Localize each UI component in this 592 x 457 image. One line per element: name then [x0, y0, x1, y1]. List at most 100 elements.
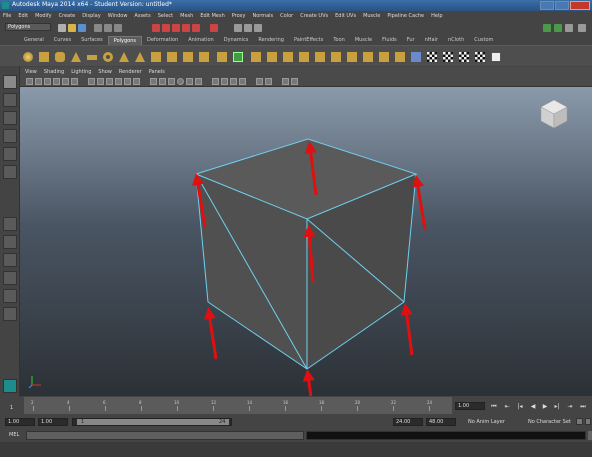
anim-prefs-icon[interactable]	[585, 418, 591, 425]
checker-map-icon-3[interactable]	[459, 52, 469, 62]
menu-mesh[interactable]: Mesh	[180, 13, 193, 19]
smooth-shade-icon[interactable]	[97, 78, 104, 85]
menu-muscle[interactable]: Muscle	[363, 13, 380, 19]
step-forward-frame-button[interactable]: ⇥	[566, 403, 574, 411]
textured-icon[interactable]	[115, 78, 122, 85]
camera-select-icon[interactable]	[26, 78, 33, 85]
render-frame-icon[interactable]	[234, 24, 242, 32]
minimize-button[interactable]	[540, 1, 554, 10]
split-polygon-icon[interactable]	[331, 52, 341, 62]
menu-file[interactable]: File	[3, 13, 11, 19]
bridge-icon[interactable]	[283, 52, 293, 62]
attribute-editor-toggle-icon[interactable]	[543, 24, 551, 32]
menu-edit-mesh[interactable]: Edit Mesh	[200, 13, 224, 19]
move-tool-icon[interactable]	[3, 129, 17, 143]
layout-persp-graph-icon[interactable]	[3, 289, 17, 303]
anti-aliasing-icon[interactable]	[221, 78, 228, 85]
new-scene-icon[interactable]	[58, 24, 66, 32]
planar-map-icon[interactable]	[411, 52, 421, 62]
menu-create[interactable]: Create	[59, 13, 76, 19]
panel-menu-panels[interactable]: Panels	[149, 69, 165, 75]
extrude-icon[interactable]	[267, 52, 277, 62]
checker-map-icon-1[interactable]	[427, 52, 437, 62]
merge-icon[interactable]	[395, 52, 405, 62]
poly-cylinder-icon[interactable]	[55, 52, 65, 62]
xray-icon[interactable]	[150, 78, 157, 85]
insert-edge-loop-icon[interactable]	[347, 52, 357, 62]
panel-menu-show[interactable]: Show	[98, 69, 112, 75]
shelf-tab-custom[interactable]: Custom	[469, 36, 498, 45]
layout-two-pane-icon[interactable]	[3, 253, 17, 267]
shelf-tab-toon[interactable]: Toon	[328, 36, 350, 45]
menu-modify[interactable]: Modify	[35, 13, 52, 19]
make-live-icon[interactable]	[192, 24, 200, 32]
use-lights-icon[interactable]	[124, 78, 131, 85]
panel-menu-lighting[interactable]: Lighting	[71, 69, 91, 75]
menu-assets[interactable]: Assets	[134, 13, 150, 19]
isolate-select-icon[interactable]	[177, 78, 184, 85]
range-slider-track[interactable]: 1 24	[72, 418, 232, 426]
xray-components-icon[interactable]	[168, 78, 175, 85]
shelf-tab-muscle[interactable]: Muscle	[350, 36, 377, 45]
history-icon[interactable]	[210, 24, 218, 32]
select-component-icon[interactable]	[114, 24, 122, 32]
checker-map-icon-2[interactable]	[443, 52, 453, 62]
open-scene-icon[interactable]	[68, 24, 76, 32]
menu-proxy[interactable]: Proxy	[232, 13, 246, 19]
poly-platonic-icon[interactable]	[199, 52, 209, 62]
shelf-tab-dynamics[interactable]: Dynamics	[219, 36, 254, 45]
ambient-occlusion-icon[interactable]	[195, 78, 202, 85]
bevel-icon[interactable]	[379, 52, 389, 62]
play-forward-button[interactable]: ▶	[541, 403, 549, 411]
play-backward-button[interactable]: ◀	[529, 403, 537, 411]
lasso-tool-icon[interactable]	[3, 93, 17, 107]
select-hierarchy-icon[interactable]	[94, 24, 102, 32]
script-editor-icon[interactable]	[588, 431, 592, 440]
menu-help[interactable]: Help	[431, 13, 442, 19]
offset-edge-loop-icon[interactable]	[363, 52, 373, 62]
anim-start-field[interactable]: 1.00	[5, 418, 35, 426]
go-to-end-button[interactable]: ⏭	[579, 403, 587, 411]
snap-view-plane-icon[interactable]	[182, 24, 190, 32]
image-plane-icon[interactable]	[53, 78, 60, 85]
grid-toggle-icon[interactable]	[62, 78, 69, 85]
poly-cone-icon[interactable]	[71, 52, 81, 62]
poly-sphere-icon[interactable]	[23, 52, 33, 62]
poly-helix-icon[interactable]	[167, 52, 177, 62]
menu-window[interactable]: Window	[108, 13, 128, 19]
playback-end-field[interactable]: 24.00	[393, 418, 423, 426]
view-cube-icon[interactable]	[540, 99, 568, 129]
panel-menu-view[interactable]: View	[25, 69, 37, 75]
paint-select-tool-icon[interactable]	[3, 111, 17, 125]
resolution-gate-icon[interactable]	[256, 78, 263, 85]
snap-grid-icon[interactable]	[152, 24, 160, 32]
shelf-tab-fur[interactable]: Fur	[402, 36, 420, 45]
channel-box-toggle-icon[interactable]	[565, 24, 573, 32]
camera-attributes-icon[interactable]	[35, 78, 42, 85]
layout-four-pane-icon[interactable]	[3, 235, 17, 249]
shelf-tab-general[interactable]: General	[19, 36, 49, 45]
high-quality-icon[interactable]	[186, 78, 193, 85]
anim-end-field[interactable]: 48.00	[426, 418, 456, 426]
poly-pyramid-icon[interactable]	[135, 52, 145, 62]
menu-display[interactable]: Display	[82, 13, 100, 19]
film-gate-icon[interactable]	[71, 78, 78, 85]
step-back-key-button[interactable]: |◂	[516, 403, 524, 411]
menu-create-uvs[interactable]: Create UVs	[300, 13, 328, 19]
shelf-tab-curves[interactable]: Curves	[49, 36, 76, 45]
close-button[interactable]	[570, 1, 590, 10]
tool-settings-toggle-icon[interactable]	[554, 24, 562, 32]
menu-edit[interactable]: Edit	[18, 13, 28, 19]
wireframe-icon[interactable]	[88, 78, 95, 85]
checker-map-icon-4[interactable]	[475, 52, 485, 62]
hud-icon[interactable]	[239, 78, 246, 85]
menu-select[interactable]: Select	[158, 13, 173, 19]
menu-normals[interactable]: Normals	[252, 13, 273, 19]
poly-pipe-icon[interactable]	[151, 52, 161, 62]
xray-joints-icon[interactable]	[159, 78, 166, 85]
bookmarks-icon[interactable]	[44, 78, 51, 85]
time-slider[interactable]: 2 4 6 8 10 12 14 16 18 20 22 24	[24, 397, 452, 414]
anim-layer-label[interactable]: No Anim Layer	[468, 419, 505, 425]
scale-tool-icon[interactable]	[3, 165, 17, 179]
menu-edit-uvs[interactable]: Edit UVs	[335, 13, 356, 19]
